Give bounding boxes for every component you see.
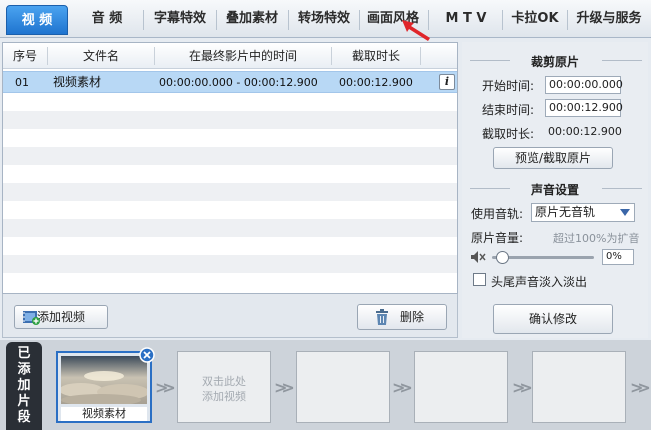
chevron-right-icon: >> <box>392 378 413 397</box>
section-divider <box>602 188 642 189</box>
tab-overlay-material[interactable]: 叠加素材 <box>218 6 286 32</box>
table-row-empty <box>3 147 457 165</box>
tab-subtitle-effects[interactable]: 字幕特效 <box>146 6 214 32</box>
clip-name: 视频素材 <box>61 407 147 421</box>
table-header: 序号 文件名 在最终影片中的时间 截取时长 <box>3 43 457 69</box>
tab-divider <box>502 10 503 30</box>
add-film-icon <box>23 311 40 325</box>
trim-duration-label: 截取时长: <box>482 127 535 141</box>
delete-label: 删除 <box>399 310 424 324</box>
chevron-down-icon <box>620 209 630 216</box>
strip-label-char: 添 <box>17 362 31 377</box>
column-header-time-range: 在最终影片中的时间 <box>188 49 297 63</box>
original-volume-label: 原片音量: <box>471 231 524 245</box>
tab-upgrade-service[interactable]: 升级与服务 <box>568 6 650 32</box>
clip-thumbnail[interactable]: 视频素材 <box>56 351 152 423</box>
tab-divider <box>216 10 217 30</box>
strip-label-char: 段 <box>17 410 31 425</box>
strip-label-char: 片 <box>17 394 31 409</box>
tab-karaoke[interactable]: 卡拉OK <box>504 6 566 32</box>
section-divider <box>602 60 642 61</box>
audio-section-title: 声音设置 <box>530 183 579 197</box>
tab-divider <box>288 10 289 30</box>
trash-icon <box>376 309 388 325</box>
add-clip-slot[interactable]: 双击此处 添加视频 <box>177 351 271 423</box>
fade-label: 头尾声音淡入淡出 <box>491 275 588 289</box>
chevron-right-icon: >> <box>155 378 176 397</box>
tab-transition-effects[interactable]: 转场特效 <box>290 6 358 32</box>
add-clip-hint: 双击此处 <box>202 375 246 388</box>
audio-track-select[interactable]: 原片无音轨 <box>531 203 635 222</box>
fade-checkbox[interactable] <box>473 273 486 286</box>
table-row-empty <box>3 111 457 129</box>
add-video-button[interactable]: 添加视频 <box>14 305 108 329</box>
column-divider <box>420 47 421 65</box>
end-time-label: 结束时间: <box>482 103 535 117</box>
empty-clip-slot[interactable] <box>532 351 626 423</box>
end-time-field[interactable]: 00:00:12.900 <box>545 99 623 117</box>
delete-button[interactable]: 删除 <box>357 304 447 330</box>
tab-video[interactable]: 视 频 <box>6 5 68 35</box>
column-header-duration: 截取时长 <box>351 49 400 63</box>
clip-preview-image <box>61 356 147 404</box>
preview-trim-button[interactable]: 预览/截取原片 <box>493 147 613 169</box>
info-button[interactable]: i <box>439 74 455 90</box>
table-row-empty <box>3 183 457 201</box>
strip-label-char: 已 <box>17 346 31 361</box>
volume-value-field[interactable]: 0% <box>602 249 634 265</box>
add-clip-hint: 添加视频 <box>202 390 246 403</box>
main-tab-bar: 视 频 音 频 字幕特效 叠加素材 转场特效 画面风格 M T V 卡拉OK 升… <box>0 0 651 38</box>
empty-clip-slot[interactable] <box>296 351 390 423</box>
table-row[interactable]: 01 视频素材 00:00:00.000 - 00:00:12.900 00:0… <box>3 71 457 93</box>
settings-panel: 裁剪原片 开始时间: 00:00:00.000 结束时间: 00:00:12.9… <box>462 42 648 338</box>
confirm-button[interactable]: 确认修改 <box>493 304 613 334</box>
trim-duration-value: 00:00:12.900 <box>548 125 622 138</box>
volume-slider-thumb[interactable] <box>496 251 509 264</box>
volume-hint: 超过100%为扩音 <box>553 232 640 245</box>
column-header-index: 序号 <box>12 49 37 63</box>
chevron-right-icon: >> <box>630 378 651 397</box>
added-clips-label: 已 添 加 片 段 <box>6 342 42 430</box>
audio-track-value: 原片无音轨 <box>535 205 596 219</box>
row-duration: 00:00:12.900 <box>339 76 413 89</box>
start-time-field[interactable]: 00:00:00.000 <box>545 76 623 94</box>
tab-audio[interactable]: 音 频 <box>76 6 138 32</box>
add-video-label: 添加视频 <box>37 310 86 324</box>
clip-table: 序号 文件名 在最终影片中的时间 截取时长 01 视频素材 00:00:00.0… <box>2 42 458 294</box>
start-time-label: 开始时间: <box>482 79 535 93</box>
trim-section-title: 裁剪原片 <box>530 55 579 69</box>
column-header-filename: 文件名 <box>82 49 119 63</box>
table-row-empty <box>3 219 457 237</box>
row-filename: 视频素材 <box>53 75 102 89</box>
row-time-range: 00:00:00.000 - 00:00:12.900 <box>159 76 318 89</box>
tab-divider <box>143 10 144 30</box>
tab-mtv[interactable]: M T V <box>432 6 500 32</box>
audio-track-label: 使用音轨: <box>471 207 524 221</box>
strip-label-char: 加 <box>17 378 31 393</box>
mute-speaker-icon[interactable] <box>471 251 487 263</box>
row-index: 01 <box>15 76 29 89</box>
empty-clip-slot[interactable] <box>414 351 508 423</box>
table-row-empty <box>3 255 457 273</box>
annotation-arrow-icon <box>402 20 430 41</box>
chevron-right-icon: >> <box>274 378 295 397</box>
remove-clip-icon[interactable] <box>139 347 155 363</box>
chevron-right-icon: >> <box>512 378 533 397</box>
